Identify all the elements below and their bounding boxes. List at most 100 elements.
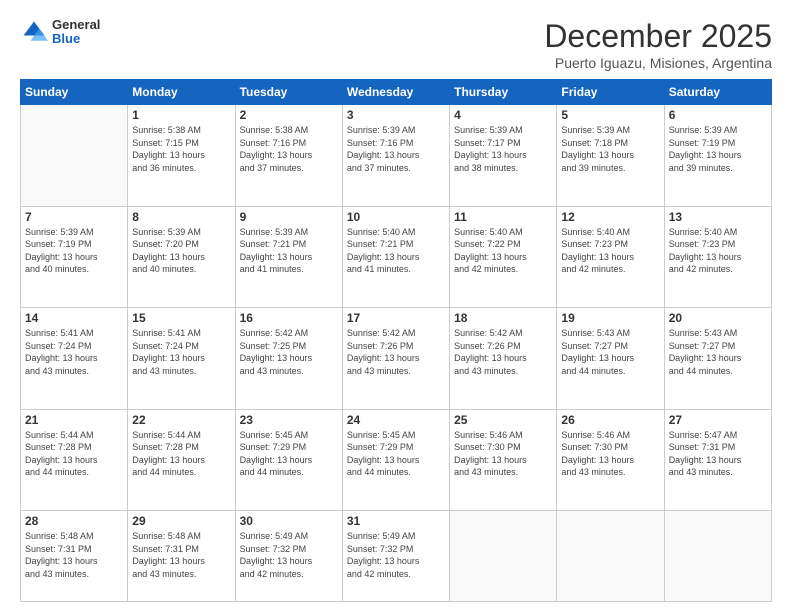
- cell-info: Sunrise: 5:39 AMSunset: 7:16 PMDaylight:…: [347, 124, 445, 174]
- cell-info: Sunrise: 5:43 AMSunset: 7:27 PMDaylight:…: [669, 327, 767, 377]
- cell-info: Sunrise: 5:40 AMSunset: 7:22 PMDaylight:…: [454, 226, 552, 276]
- day-number: 14: [25, 311, 123, 325]
- logo-blue-text: Blue: [52, 32, 100, 46]
- calendar-week-row: 7 Sunrise: 5:39 AMSunset: 7:19 PMDaylight…: [21, 206, 772, 308]
- table-row: 26 Sunrise: 5:46 AMSunset: 7:30 PMDayligh…: [557, 409, 664, 511]
- weekday-header-row: Sunday Monday Tuesday Wednesday Thursday…: [21, 80, 772, 105]
- subtitle: Puerto Iguazu, Misiones, Argentina: [544, 55, 772, 71]
- cell-info: Sunrise: 5:40 AMSunset: 7:21 PMDaylight:…: [347, 226, 445, 276]
- table-row: 14 Sunrise: 5:41 AMSunset: 7:24 PMDayligh…: [21, 308, 128, 410]
- logo: General Blue: [20, 18, 100, 47]
- table-row: 12 Sunrise: 5:40 AMSunset: 7:23 PMDayligh…: [557, 206, 664, 308]
- day-number: 28: [25, 514, 123, 528]
- table-row: 21Sunrise: 5:44 AMSunset: 7:28 PMDayligh…: [21, 409, 128, 511]
- calendar-week-row: 28 Sunrise: 5:48 AMSunset: 7:31 PMDayligh…: [21, 511, 772, 602]
- day-number: 23: [240, 413, 338, 427]
- title-block: December 2025 Puerto Iguazu, Misiones, A…: [544, 18, 772, 71]
- cell-info: Sunrise: 5:39 AMSunset: 7:17 PMDaylight:…: [454, 124, 552, 174]
- header-wednesday: Wednesday: [342, 80, 449, 105]
- table-row: 29 Sunrise: 5:48 AMSunset: 7:31 PMDayligh…: [128, 511, 235, 602]
- table-row: 11 Sunrise: 5:40 AMSunset: 7:22 PMDayligh…: [450, 206, 557, 308]
- cell-info: Sunrise: 5:39 AMSunset: 7:19 PMDaylight:…: [25, 226, 123, 276]
- table-row: 6 Sunrise: 5:39 AMSunset: 7:19 PMDaylight…: [664, 105, 771, 207]
- cell-info: Sunrise: 5:42 AMSunset: 7:26 PMDaylight:…: [347, 327, 445, 377]
- day-number: 3: [347, 108, 445, 122]
- header-monday: Monday: [128, 80, 235, 105]
- table-row: [450, 511, 557, 602]
- header-sunday: Sunday: [21, 80, 128, 105]
- day-number: 22: [132, 413, 230, 427]
- cell-info: Sunrise: 5:41 AMSunset: 7:24 PMDaylight:…: [25, 327, 123, 377]
- day-number: 2: [240, 108, 338, 122]
- table-row: [21, 105, 128, 207]
- header-thursday: Thursday: [450, 80, 557, 105]
- day-number: 25: [454, 413, 552, 427]
- table-row: 27 Sunrise: 5:47 AMSunset: 7:31 PMDayligh…: [664, 409, 771, 511]
- calendar-week-row: 1 Sunrise: 5:38 AMSunset: 7:15 PMDaylight…: [21, 105, 772, 207]
- cell-info: Sunrise: 5:41 AMSunset: 7:24 PMDaylight:…: [132, 327, 230, 377]
- table-row: 30 Sunrise: 5:49 AMSunset: 7:32 PMDayligh…: [235, 511, 342, 602]
- cell-info: Sunrise: 5:40 AMSunset: 7:23 PMDaylight:…: [669, 226, 767, 276]
- cell-info: Sunrise: 5:42 AMSunset: 7:26 PMDaylight:…: [454, 327, 552, 377]
- cell-info: Sunrise: 5:45 AMSunset: 7:29 PMDaylight:…: [347, 429, 445, 479]
- day-number: 20: [669, 311, 767, 325]
- calendar-week-row: 21Sunrise: 5:44 AMSunset: 7:28 PMDayligh…: [21, 409, 772, 511]
- day-number: 26: [561, 413, 659, 427]
- table-row: 17 Sunrise: 5:42 AMSunset: 7:26 PMDayligh…: [342, 308, 449, 410]
- day-number: 13: [669, 210, 767, 224]
- day-number: 4: [454, 108, 552, 122]
- table-row: 15Sunrise: 5:41 AMSunset: 7:24 PMDayligh…: [128, 308, 235, 410]
- day-number: 5: [561, 108, 659, 122]
- cell-info: Sunrise: 5:46 AMSunset: 7:30 PMDaylight:…: [561, 429, 659, 479]
- day-number: 30: [240, 514, 338, 528]
- table-row: 19 Sunrise: 5:43 AMSunset: 7:27 PMDayligh…: [557, 308, 664, 410]
- table-row: 3 Sunrise: 5:39 AMSunset: 7:16 PMDaylight…: [342, 105, 449, 207]
- cell-info: Sunrise: 5:49 AMSunset: 7:32 PMDaylight:…: [240, 530, 338, 580]
- cell-info: Sunrise: 5:39 AMSunset: 7:21 PMDaylight:…: [240, 226, 338, 276]
- table-row: 22Sunrise: 5:44 AMSunset: 7:28 PMDayligh…: [128, 409, 235, 511]
- table-row: 10Sunrise: 5:40 AMSunset: 7:21 PMDayligh…: [342, 206, 449, 308]
- cell-info: Sunrise: 5:39 AMSunset: 7:18 PMDaylight:…: [561, 124, 659, 174]
- day-number: 17: [347, 311, 445, 325]
- table-row: 31Sunrise: 5:49 AMSunset: 7:32 PMDayligh…: [342, 511, 449, 602]
- table-row: 4 Sunrise: 5:39 AMSunset: 7:17 PMDaylight…: [450, 105, 557, 207]
- day-number: 6: [669, 108, 767, 122]
- day-number: 29: [132, 514, 230, 528]
- day-number: 27: [669, 413, 767, 427]
- day-number: 19: [561, 311, 659, 325]
- table-row: 13 Sunrise: 5:40 AMSunset: 7:23 PMDayligh…: [664, 206, 771, 308]
- cell-info: Sunrise: 5:39 AMSunset: 7:20 PMDaylight:…: [132, 226, 230, 276]
- table-row: 9Sunrise: 5:39 AMSunset: 7:21 PMDaylight…: [235, 206, 342, 308]
- main-title: December 2025: [544, 18, 772, 55]
- day-number: 12: [561, 210, 659, 224]
- day-number: 1: [132, 108, 230, 122]
- cell-info: Sunrise: 5:40 AMSunset: 7:23 PMDaylight:…: [561, 226, 659, 276]
- logo-general: General: [52, 18, 100, 32]
- logo-icon: [20, 18, 48, 46]
- logo-text: General Blue: [52, 18, 100, 47]
- day-number: 24: [347, 413, 445, 427]
- table-row: [664, 511, 771, 602]
- day-number: 31: [347, 514, 445, 528]
- header-tuesday: Tuesday: [235, 80, 342, 105]
- cell-info: Sunrise: 5:47 AMSunset: 7:31 PMDaylight:…: [669, 429, 767, 479]
- table-row: 28Sunrise: 5:48 AMSunset: 7:31 PMDayligh…: [21, 511, 128, 602]
- header: General Blue December 2025 Puerto Iguazu…: [20, 18, 772, 71]
- table-row: 24 Sunrise: 5:45 AMSunset: 7:29 PMDayligh…: [342, 409, 449, 511]
- table-row: 5 Sunrise: 5:39 AMSunset: 7:18 PMDaylight…: [557, 105, 664, 207]
- cell-info: Sunrise: 5:39 AMSunset: 7:19 PMDaylight:…: [669, 124, 767, 174]
- cell-info: Sunrise: 5:48 AMSunset: 7:31 PMDaylight:…: [132, 530, 230, 580]
- cell-info: Sunrise: 5:43 AMSunset: 7:27 PMDaylight:…: [561, 327, 659, 377]
- table-row: [557, 511, 664, 602]
- cell-info: Sunrise: 5:44 AMSunset: 7:28 PMDaylight:…: [25, 429, 123, 479]
- table-row: 18 Sunrise: 5:42 AMSunset: 7:26 PMDayligh…: [450, 308, 557, 410]
- cell-info: Sunrise: 5:46 AMSunset: 7:30 PMDaylight:…: [454, 429, 552, 479]
- day-number: 7: [25, 210, 123, 224]
- day-number: 18: [454, 311, 552, 325]
- day-number: 11: [454, 210, 552, 224]
- table-row: 25 Sunrise: 5:46 AMSunset: 7:30 PMDayligh…: [450, 409, 557, 511]
- cell-info: Sunrise: 5:38 AMSunset: 7:15 PMDaylight:…: [132, 124, 230, 174]
- header-friday: Friday: [557, 80, 664, 105]
- calendar-week-row: 14 Sunrise: 5:41 AMSunset: 7:24 PMDayligh…: [21, 308, 772, 410]
- table-row: 23Sunrise: 5:45 AMSunset: 7:29 PMDayligh…: [235, 409, 342, 511]
